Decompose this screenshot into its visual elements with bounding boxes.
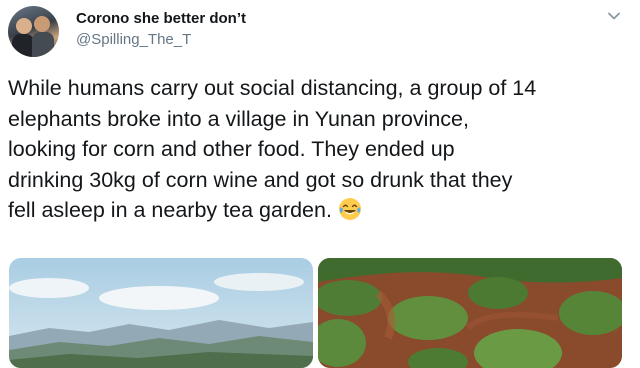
tweet-text-line: elephants broke into a village in Yunan …: [8, 106, 469, 131]
avatar[interactable]: [8, 6, 59, 57]
tweet-text-line: looking for corn and other food. They en…: [8, 137, 455, 161]
chevron-down-icon[interactable]: [606, 8, 622, 24]
display-name[interactable]: Corono she better don’t: [76, 10, 246, 27]
tweet-text-line: While humans carry out social distancing…: [8, 76, 537, 100]
tweet-text: While humans carry out social distancing…: [8, 73, 630, 226]
mountain-landscape-photo[interactable]: [9, 258, 313, 368]
tweet-text-line: drinking 30kg of corn wine and got so dr…: [8, 167, 513, 192]
face-with-tears-of-joy-icon: [338, 197, 362, 221]
tweet-text-line-last: fell asleep in a nearby tea garden.: [8, 195, 630, 226]
tweet-text-line-content: fell asleep in a nearby tea garden.: [8, 198, 332, 222]
user-handle[interactable]: @Spilling_The_T: [76, 31, 191, 48]
tea-garden-photo[interactable]: [318, 258, 622, 368]
tweet-card: Corono she better don’t @Spilling_The_T …: [0, 0, 640, 368]
